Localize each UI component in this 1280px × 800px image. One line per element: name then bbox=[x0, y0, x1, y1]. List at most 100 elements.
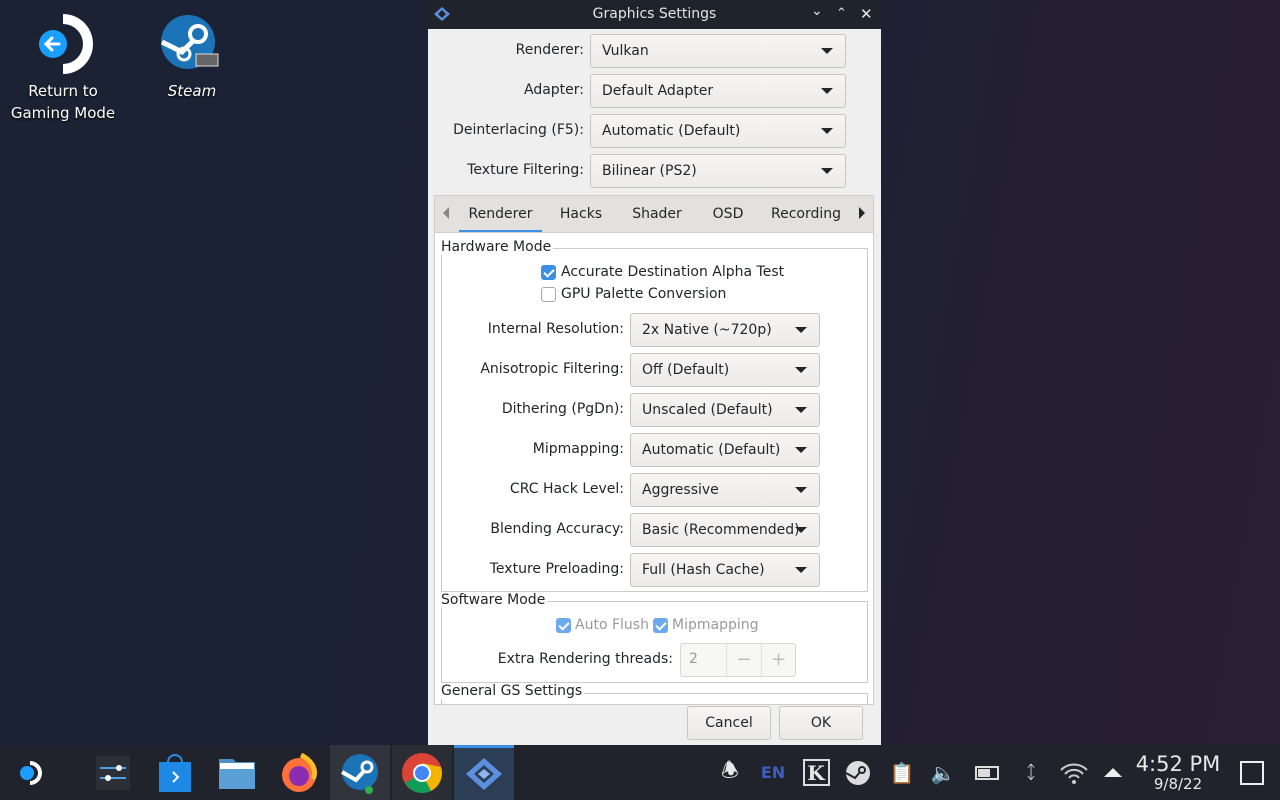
steam-icon[interactable] bbox=[330, 745, 390, 800]
software-mode-title: Software Mode bbox=[441, 592, 548, 608]
chevron-down-icon bbox=[821, 48, 833, 54]
extra-threads-spinbox[interactable]: 2 − + bbox=[680, 643, 796, 677]
dithering-select[interactable]: Unscaled (Default) bbox=[630, 393, 820, 427]
tab-scroll-right-icon[interactable] bbox=[859, 207, 865, 219]
texture-filtering-label: Texture Filtering: bbox=[467, 162, 584, 178]
title-bar[interactable]: Graphics Settings ⌄ ⌃ ✕ bbox=[428, 0, 881, 29]
kdeconnect-k-icon[interactable]: K bbox=[801, 745, 831, 800]
taskbar: 🕭 EN K 📋 🔈 ᛨ 4:52 PM 9/8/22 bbox=[0, 745, 1280, 800]
texture-preloading-label: Texture Preloading: bbox=[489, 561, 624, 577]
steam-deck-launcher-icon[interactable] bbox=[0, 745, 60, 800]
bluetooth-icon[interactable]: ᛨ bbox=[1016, 745, 1046, 800]
mipmapping-value: Automatic (Default) bbox=[642, 442, 781, 458]
maximize-icon[interactable]: ⌃ bbox=[836, 6, 847, 21]
internal-resolution-label: Internal Resolution: bbox=[487, 321, 624, 337]
sw-mipmapping-checkbox[interactable] bbox=[653, 618, 668, 633]
desktop-icon-return-to-gaming-mode[interactable]: Return to Gaming Mode bbox=[8, 12, 118, 124]
tab-osd[interactable]: OSD bbox=[703, 196, 753, 233]
adapter-select[interactable]: Default Adapter bbox=[590, 74, 846, 108]
blending-accuracy-value: Basic (Recommended) bbox=[642, 522, 800, 538]
auto-flush-checkbox[interactable] bbox=[556, 618, 571, 633]
desktop-icon-steam[interactable]: Steam bbox=[137, 12, 247, 102]
accurate-dest-alpha-label[interactable]: Accurate Destination Alpha Test bbox=[561, 264, 784, 280]
decrement-button[interactable]: − bbox=[726, 644, 761, 676]
show-hidden-icons-arrow[interactable] bbox=[1100, 745, 1126, 800]
notifications-icon[interactable]: 🕭 bbox=[715, 745, 745, 800]
crc-hack-level-select[interactable]: Aggressive bbox=[630, 473, 820, 507]
crc-hack-level-value: Aggressive bbox=[642, 482, 719, 498]
volume-icon[interactable]: 🔈 bbox=[928, 745, 958, 800]
chrome-icon[interactable] bbox=[392, 745, 452, 800]
clipboard-icon[interactable]: 📋 bbox=[887, 745, 917, 800]
system-settings-icon[interactable] bbox=[83, 745, 143, 800]
hardware-mode-title: Hardware Mode bbox=[441, 239, 554, 255]
anisotropic-filtering-value: Off (Default) bbox=[642, 362, 730, 378]
deinterlacing-value: Automatic (Default) bbox=[602, 123, 741, 139]
battery-icon[interactable] bbox=[972, 745, 1002, 800]
steam-tray-icon[interactable] bbox=[843, 745, 873, 800]
auto-flush-label[interactable]: Auto Flush bbox=[575, 617, 649, 633]
deinterlacing-select[interactable]: Automatic (Default) bbox=[590, 114, 846, 148]
tab-bar: Renderer Hacks Shader OSD Recording bbox=[434, 195, 874, 233]
chevron-down-icon bbox=[821, 128, 833, 134]
chevron-down-icon bbox=[795, 367, 807, 373]
renderer-select[interactable]: Vulkan bbox=[590, 34, 846, 68]
return-gaming-mode-icon bbox=[39, 14, 93, 74]
tab-shader[interactable]: Shader bbox=[623, 196, 691, 233]
blending-accuracy-select[interactable]: Basic (Recommended) bbox=[630, 513, 820, 547]
chevron-down-icon bbox=[795, 407, 807, 413]
tab-recording[interactable]: Recording bbox=[765, 196, 847, 233]
cancel-button[interactable]: Cancel bbox=[687, 706, 771, 740]
chevron-down-icon bbox=[795, 327, 807, 333]
texture-preloading-value: Full (Hash Cache) bbox=[642, 562, 765, 578]
sw-mipmapping-label[interactable]: Mipmapping bbox=[672, 617, 759, 633]
chevron-down-icon bbox=[795, 527, 807, 533]
texture-filtering-select[interactable]: Bilinear (PS2) bbox=[590, 154, 846, 188]
renderer-label: Renderer: bbox=[515, 42, 584, 58]
extra-threads-label: Extra Rendering threads: bbox=[497, 651, 673, 667]
chevron-down-icon bbox=[795, 447, 807, 453]
wifi-icon[interactable] bbox=[1058, 745, 1090, 800]
tab-renderer[interactable]: Renderer bbox=[459, 196, 542, 233]
software-mode-group bbox=[441, 601, 868, 683]
steam-icon bbox=[160, 15, 219, 69]
chevron-down-icon bbox=[821, 168, 833, 174]
mipmapping-select[interactable]: Automatic (Default) bbox=[630, 433, 820, 467]
dithering-label: Dithering (PgDn): bbox=[501, 401, 624, 417]
extra-threads-value: 2 bbox=[689, 651, 698, 667]
chevron-down-icon bbox=[795, 487, 807, 493]
adapter-label: Adapter: bbox=[523, 82, 584, 98]
tab-scroll-left-icon[interactable] bbox=[443, 207, 449, 219]
gpu-palette-label[interactable]: GPU Palette Conversion bbox=[561, 286, 726, 302]
tab-hacks[interactable]: Hacks bbox=[551, 196, 611, 233]
internal-resolution-value: 2x Native (~720p) bbox=[642, 322, 772, 338]
crc-hack-level-label: CRC Hack Level: bbox=[509, 481, 624, 497]
internal-resolution-select[interactable]: 2x Native (~720p) bbox=[630, 313, 820, 347]
texture-filtering-value: Bilinear (PS2) bbox=[602, 163, 697, 179]
adapter-value: Default Adapter bbox=[602, 83, 714, 99]
close-icon[interactable]: ✕ bbox=[860, 5, 873, 23]
chevron-down-icon bbox=[795, 567, 807, 573]
accurate-dest-alpha-checkbox[interactable] bbox=[541, 265, 556, 280]
blending-accuracy-label: Blending Accuracy: bbox=[490, 521, 624, 537]
anisotropic-filtering-select[interactable]: Off (Default) bbox=[630, 353, 820, 387]
ok-button[interactable]: OK bbox=[779, 706, 863, 740]
pcsx2-icon[interactable] bbox=[454, 745, 514, 800]
desktop-icon-label: Return to Gaming Mode bbox=[10, 82, 116, 122]
clock-date: 9/8/22 bbox=[1153, 774, 1203, 793]
discover-store-icon[interactable] bbox=[145, 745, 205, 800]
file-manager-icon[interactable] bbox=[207, 745, 267, 800]
gpu-palette-checkbox[interactable] bbox=[541, 287, 556, 302]
clock[interactable]: 4:52 PM 9/8/22 bbox=[1132, 745, 1224, 800]
firefox-icon[interactable] bbox=[269, 745, 329, 800]
texture-preloading-select[interactable]: Full (Hash Cache) bbox=[630, 553, 820, 587]
anisotropic-filtering-label: Anisotropic Filtering: bbox=[480, 361, 624, 377]
minimize-icon[interactable]: ⌄ bbox=[811, 3, 823, 19]
clock-time: 4:52 PM bbox=[1135, 751, 1221, 776]
dithering-value: Unscaled (Default) bbox=[642, 402, 773, 418]
renderer-value: Vulkan bbox=[602, 43, 649, 59]
increment-button[interactable]: + bbox=[761, 644, 795, 676]
keyboard-layout-indicator[interactable]: EN bbox=[756, 745, 790, 800]
show-desktop-button[interactable] bbox=[1238, 745, 1266, 800]
graphics-settings-window: Graphics Settings ⌄ ⌃ ✕ Renderer: Vulkan… bbox=[428, 0, 881, 745]
